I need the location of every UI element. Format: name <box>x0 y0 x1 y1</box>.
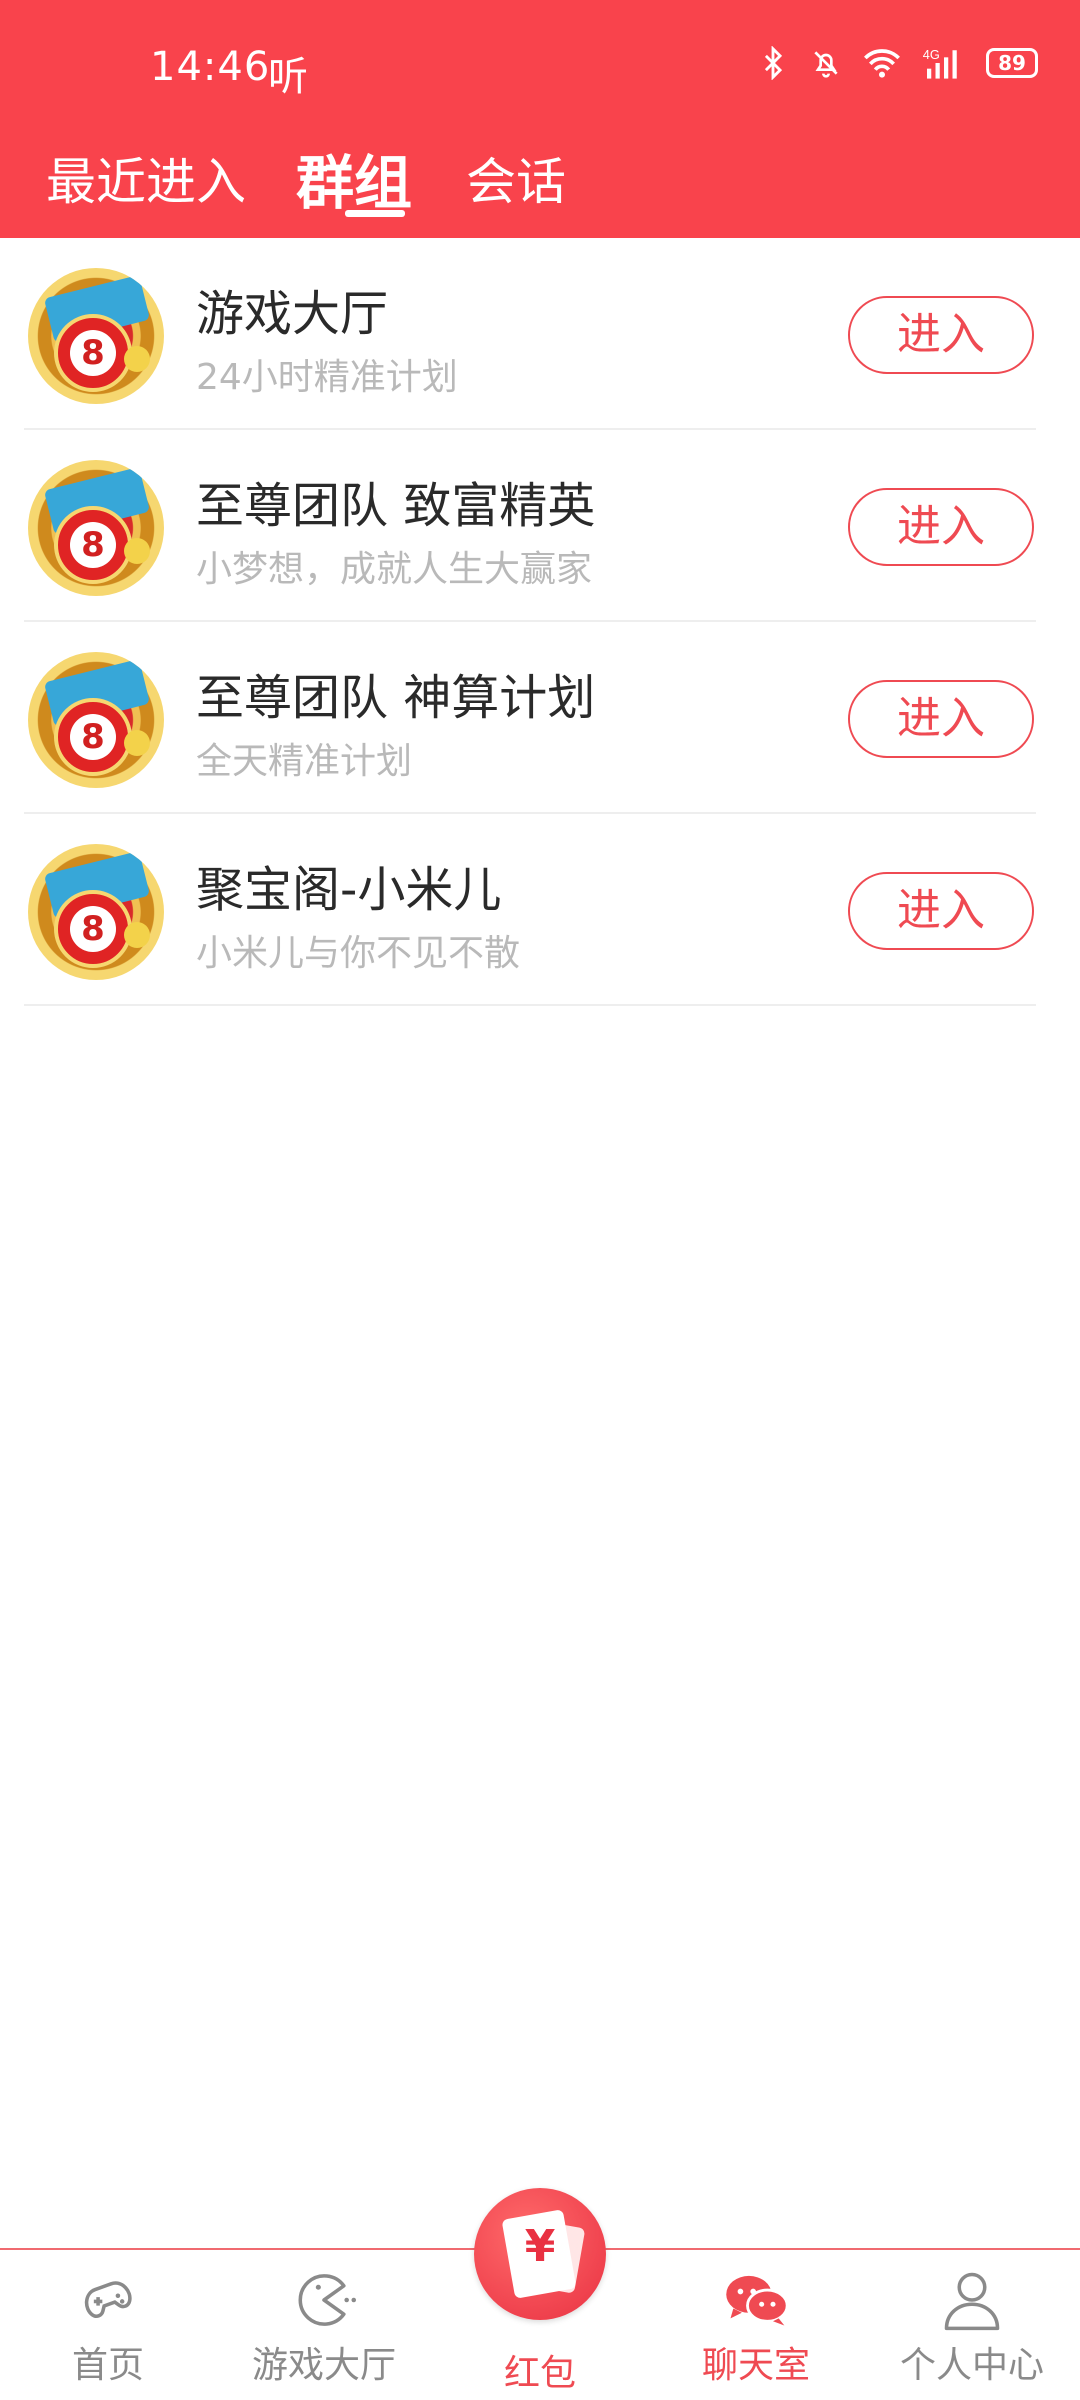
4g-signal-icon: 4G <box>923 47 957 79</box>
red-envelope-button[interactable]: ¥ <box>474 2188 606 2320</box>
app-header: 14:46 听 4G 89 最近进入 群组 会话 <box>0 0 1080 238</box>
group-row[interactable]: 8 聚宝阁-小米儿 小米儿与你不见不散 进入 <box>0 814 1080 1006</box>
group-row[interactable]: 8 至尊团队 神算计划 全天精准计划 进入 <box>0 622 1080 814</box>
enter-button[interactable]: 进入 <box>848 488 1034 566</box>
group-subtitle: 小梦想，成就人生大赢家 <box>196 549 593 590</box>
group-list: 8 游戏大厅 24小时精准计划 进入 8 至尊团队 致富精英 小梦想，成就人生大… <box>0 238 1080 1006</box>
yen-icon: ¥ <box>524 2221 556 2272</box>
group-title: 聚宝阁-小米儿 <box>196 862 502 918</box>
enter-button[interactable]: 进入 <box>848 872 1034 950</box>
nav-label: 红包 <box>503 2353 576 2394</box>
bingo-avatar-icon: 8 <box>28 460 164 596</box>
group-title: 至尊团队 神算计划 <box>196 670 596 726</box>
status-bar: 14:46 听 4G 89 <box>0 0 1080 130</box>
nav-label: 首页 <box>71 2345 144 2386</box>
tab-recent[interactable]: 最近进入 <box>46 142 246 214</box>
wifi-icon <box>864 49 900 78</box>
status-extra-text: 听 <box>268 54 308 100</box>
top-tabs: 最近进入 群组 会话 <box>0 130 1080 238</box>
chat-bubbles-icon <box>726 2275 789 2326</box>
nav-game-lobby[interactable]: 游戏大厅 <box>216 2250 432 2400</box>
divider <box>24 1004 1036 1006</box>
group-title: 至尊团队 致富精英 <box>196 478 596 534</box>
nav-label: 个人中心 <box>899 2345 1044 2386</box>
pacman-icon <box>298 2274 357 2326</box>
nav-label: 游戏大厅 <box>251 2345 396 2386</box>
nav-chatroom[interactable]: 聊天室 <box>648 2250 864 2400</box>
nav-profile[interactable]: 个人中心 <box>864 2250 1080 2400</box>
svg-text:4G: 4G <box>923 47 940 62</box>
tab-groups[interactable]: 群组 <box>296 136 412 220</box>
group-subtitle: 小米儿与你不见不散 <box>196 933 521 974</box>
nav-label: 聊天室 <box>701 2345 810 2386</box>
group-subtitle: 全天精准计划 <box>196 741 413 782</box>
bingo-avatar-icon: 8 <box>28 268 164 404</box>
status-icons: 4G 89 <box>756 46 1038 80</box>
tab-session[interactable]: 会话 <box>466 142 566 214</box>
battery-icon: 89 <box>986 48 1038 78</box>
mute-bell-icon <box>814 51 838 78</box>
group-row[interactable]: 8 游戏大厅 24小时精准计划 进入 <box>0 238 1080 430</box>
group-title: 游戏大厅 <box>196 286 389 342</box>
gamepad-icon <box>84 2281 132 2318</box>
active-tab-indicator <box>345 210 405 217</box>
group-subtitle: 24小时精准计划 <box>196 357 458 398</box>
person-icon <box>944 2272 1000 2331</box>
status-time: 14:46 <box>150 44 271 90</box>
bingo-avatar-icon: 8 <box>28 652 164 788</box>
enter-button[interactable]: 进入 <box>848 680 1034 758</box>
enter-button[interactable]: 进入 <box>848 296 1034 374</box>
bingo-avatar-icon: 8 <box>28 844 164 980</box>
bluetooth-icon <box>764 46 783 80</box>
group-row[interactable]: 8 至尊团队 致富精英 小梦想，成就人生大赢家 进入 <box>0 430 1080 622</box>
nav-home[interactable]: 首页 <box>0 2250 216 2400</box>
